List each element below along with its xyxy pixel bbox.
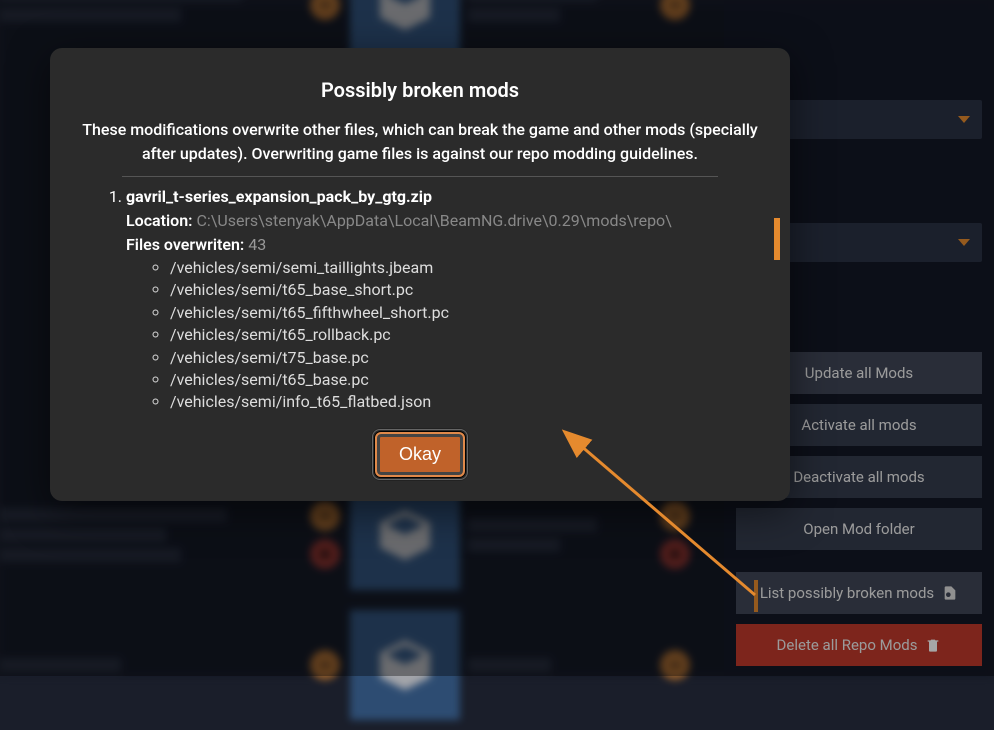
file-path: /vehicles/semi/t65_base.pc — [170, 369, 758, 391]
files-overwritten-count: 43 — [248, 235, 266, 254]
modal-description: These modifications overwrite other file… — [82, 118, 758, 166]
location-label: Location: — [126, 211, 193, 230]
file-path: /vehicles/semi/t75_base.pc — [170, 347, 758, 369]
broken-mod-item: gavril_t-series_expansion_pack_by_gtg.zi… — [126, 185, 758, 414]
file-path: /vehicles/semi/t65_base_short.pc — [170, 279, 758, 301]
broken-mods-modal: Possibly broken mods These modifications… — [50, 48, 790, 501]
file-path: /vehicles/semi/t65_fifthwheel_short.pc — [170, 302, 758, 324]
divider — [122, 176, 718, 177]
files-overwritten-label: Files overwriten: — [126, 235, 244, 254]
location-path: C:\Users\stenyak\AppData\Local\BeamNG.dr… — [197, 211, 672, 230]
overwritten-files-list: /vehicles/semi/semi_taillights.jbeam /ve… — [126, 257, 758, 414]
file-path: /vehicles/semi/t65_rollback.pc — [170, 324, 758, 346]
file-path: /vehicles/semi/semi_taillights.jbeam — [170, 257, 758, 279]
scrollbar-thumb[interactable] — [774, 218, 780, 260]
mod-filename: gavril_t-series_expansion_pack_by_gtg.zi… — [126, 187, 432, 206]
modal-title: Possibly broken mods — [82, 78, 758, 102]
broken-mods-list: gavril_t-series_expansion_pack_by_gtg.zi… — [82, 185, 758, 414]
file-path: /vehicles/semi/info_t65_flatbed.json — [170, 391, 758, 413]
okay-button[interactable]: Okay — [375, 432, 465, 477]
